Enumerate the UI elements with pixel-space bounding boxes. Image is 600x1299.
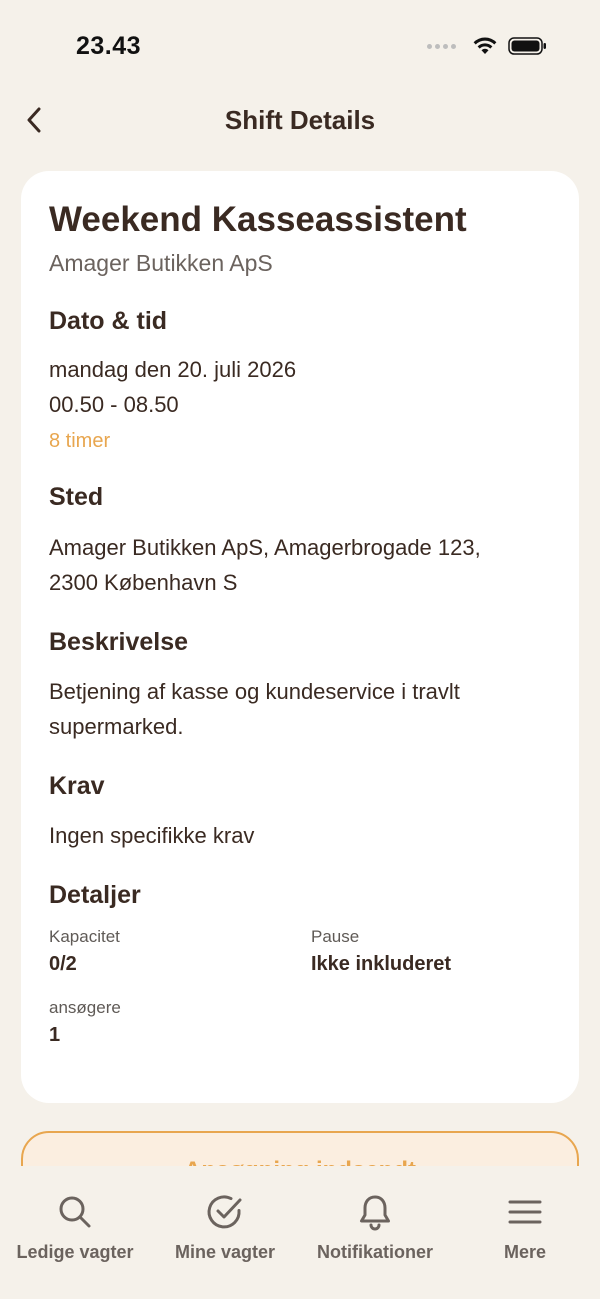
nav-item-my-shifts[interactable]: Mine vagter bbox=[150, 1166, 300, 1299]
break-block: Pause Ikke inkluderet bbox=[311, 927, 451, 977]
details-grid: Kapacitet 0/2 Pause Ikke inkluderet ansø… bbox=[49, 927, 551, 1047]
shift-time: 00.50 - 08.50 bbox=[49, 392, 179, 417]
description-heading: Beskrivelse bbox=[49, 628, 189, 656]
date-time-heading: Dato & tid bbox=[49, 307, 168, 335]
nav-label: Ledige vagter bbox=[16, 1242, 134, 1262]
nav-item-available-shifts[interactable]: Ledige vagter bbox=[0, 1166, 150, 1299]
signal-dots-icon bbox=[427, 43, 456, 49]
header: Shift Details bbox=[0, 96, 600, 148]
nav-item-more[interactable]: Mere bbox=[450, 1166, 600, 1299]
location-line-2: 2300 København S bbox=[49, 570, 238, 595]
location-line-1: Amager Butikken ApS, Amagerbrogade 123, bbox=[49, 535, 481, 560]
break-value: Ikke inkluderet bbox=[311, 953, 452, 975]
details-heading: Detaljer bbox=[49, 881, 141, 909]
check-circle-icon bbox=[205, 1192, 245, 1232]
shift-date: mandag den 20. juli 2026 bbox=[49, 357, 297, 382]
description-line-2: supermarked. bbox=[49, 714, 184, 739]
bottom-nav: Ledige vagter Mine vagter Notifikationer… bbox=[0, 1166, 600, 1299]
nav-item-notifications[interactable]: Notifikationer bbox=[300, 1166, 450, 1299]
applicants-label: ansøgere bbox=[49, 998, 121, 1017]
status-time: 23.43 bbox=[76, 32, 142, 60]
requirements-heading: Krav bbox=[49, 772, 105, 800]
shift-details-card: Weekend Kasseassistent Amager Butikken A… bbox=[21, 171, 579, 1103]
shift-title: Weekend Kasseassistent bbox=[49, 200, 467, 239]
location-heading: Sted bbox=[49, 483, 104, 511]
requirements-text: Ingen specifikke krav bbox=[49, 823, 255, 848]
page-title: Shift Details bbox=[224, 105, 376, 135]
nav-label: Mine vagter bbox=[174, 1242, 276, 1262]
description-line-1: Betjening af kasse og kundeservice i tra… bbox=[49, 679, 460, 704]
nav-label: Mere bbox=[503, 1242, 547, 1262]
capacity-label: Kapacitet bbox=[49, 927, 120, 946]
break-label: Pause bbox=[311, 927, 360, 946]
battery-icon bbox=[508, 37, 546, 55]
shift-duration: 8 timer bbox=[49, 430, 111, 452]
menu-icon bbox=[505, 1192, 545, 1232]
status-bar: 23.43 bbox=[0, 0, 600, 96]
bell-icon bbox=[355, 1192, 395, 1232]
company-name: Amager Butikken ApS bbox=[49, 250, 273, 276]
nav-label: Notifikationer bbox=[316, 1242, 433, 1262]
status-icons bbox=[427, 36, 548, 56]
search-icon bbox=[55, 1192, 95, 1232]
capacity-value: 0/2 bbox=[49, 953, 77, 975]
applicants-block: ansøgere 1 bbox=[49, 998, 121, 1048]
applicants-value: 1 bbox=[49, 1024, 61, 1046]
capacity-block: Kapacitet 0/2 bbox=[49, 927, 120, 977]
wifi-icon bbox=[473, 37, 497, 54]
